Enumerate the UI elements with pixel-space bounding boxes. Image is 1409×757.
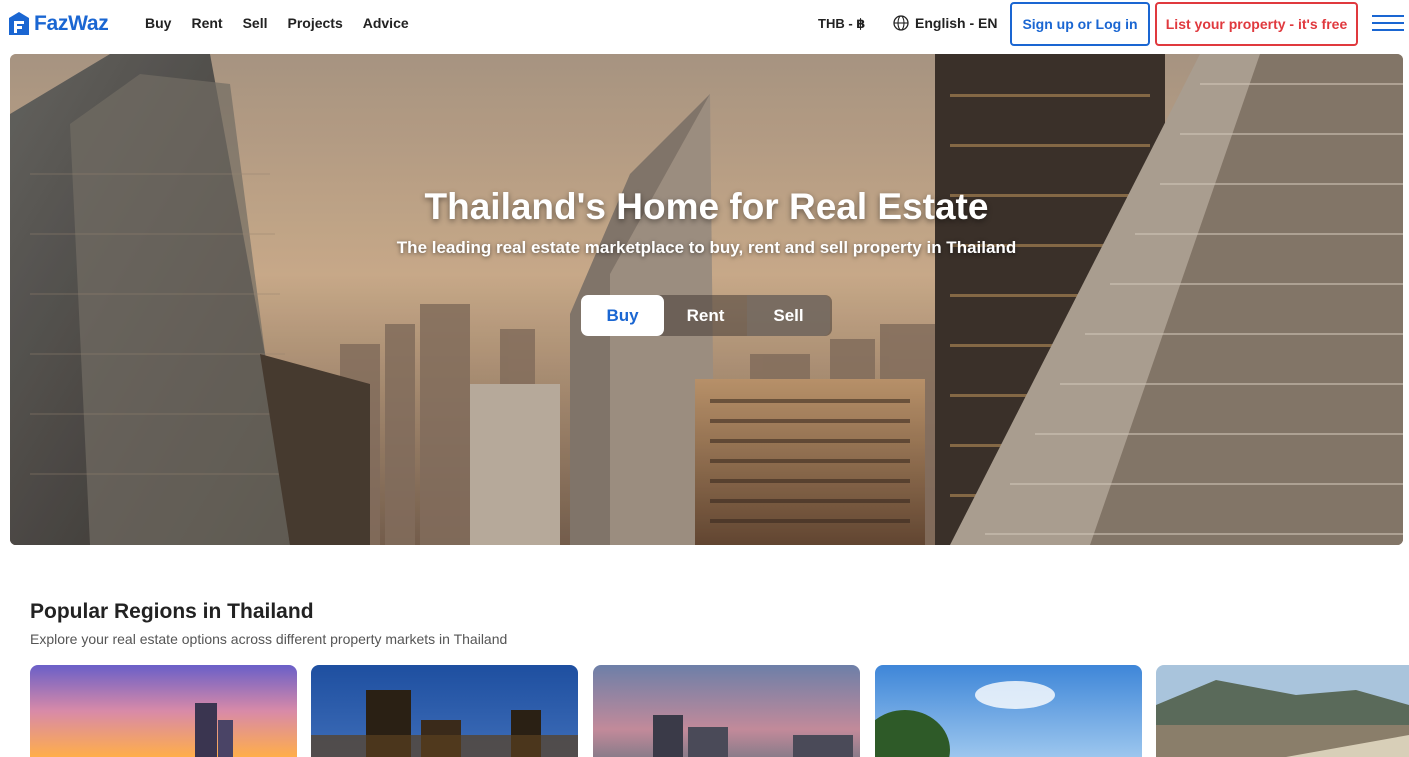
- region-card-5[interactable]: [1156, 665, 1409, 757]
- region-image-3: [593, 665, 860, 757]
- hero-banner: Thailand's Home for Real Estate The lead…: [10, 54, 1403, 545]
- region-card-4[interactable]: [875, 665, 1142, 757]
- hamburger-menu-icon[interactable]: [1372, 15, 1404, 33]
- region-image-2: [311, 665, 578, 757]
- login-button[interactable]: Sign up or Log in: [1010, 2, 1150, 46]
- logo[interactable]: FazWaz: [7, 10, 109, 37]
- region-image-5: [1156, 665, 1409, 757]
- nav-projects[interactable]: Projects: [287, 15, 342, 31]
- top-header: FazWaz Buy Rent Sell Projects Advice THB…: [0, 0, 1409, 50]
- globe-icon: [893, 15, 909, 31]
- tab-sell[interactable]: Sell: [747, 295, 830, 336]
- search-mode-tabs: Buy Rent Sell: [581, 295, 832, 336]
- language-selector[interactable]: English - EN: [893, 15, 997, 31]
- region-card-2[interactable]: [311, 665, 578, 757]
- nav-buy[interactable]: Buy: [145, 15, 171, 31]
- tab-rent[interactable]: Rent: [664, 295, 747, 336]
- list-property-button[interactable]: List your property - it's free: [1155, 2, 1358, 46]
- region-card-3[interactable]: [593, 665, 860, 757]
- currency-selector[interactable]: THB - ฿: [818, 16, 865, 32]
- main-nav: Buy Rent Sell Projects Advice: [145, 15, 429, 31]
- hero-subtitle: The leading real estate marketplace to b…: [396, 238, 1017, 257]
- regions-subtitle: Explore your real estate options across …: [30, 631, 508, 647]
- logo-icon: [9, 12, 29, 35]
- logo-text: FazWaz: [34, 11, 109, 35]
- language-label: English - EN: [915, 15, 998, 31]
- nav-sell[interactable]: Sell: [243, 15, 268, 31]
- regions-title: Popular Regions in Thailand: [30, 600, 314, 623]
- hero-title: Thailand's Home for Real Estate: [424, 186, 989, 227]
- region-card-1[interactable]: [30, 665, 297, 757]
- tab-buy[interactable]: Buy: [581, 295, 664, 336]
- nav-advice[interactable]: Advice: [363, 15, 409, 31]
- region-image-1: [30, 665, 297, 757]
- region-image-4: [875, 665, 1142, 757]
- nav-rent[interactable]: Rent: [191, 15, 222, 31]
